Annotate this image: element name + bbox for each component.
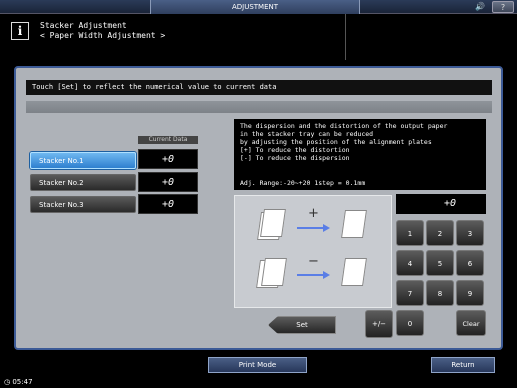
description-line: The dispersion and the distortion of the…: [240, 122, 448, 130]
paper-aligned-icon: [341, 258, 367, 286]
arrow-icon: [323, 271, 330, 279]
input-value-display: +0: [396, 194, 486, 214]
help-button[interactable]: ?: [492, 1, 514, 13]
return-button[interactable]: Return: [431, 357, 495, 373]
stacker-2-button[interactable]: Stacker No.2: [30, 174, 136, 191]
header-bar: [26, 101, 492, 113]
stacker-3-current-value: +0: [138, 194, 198, 214]
set-button[interactable]: Set: [268, 316, 336, 334]
key-2-button[interactable]: 2: [426, 220, 454, 246]
plus-symbol: +: [308, 206, 319, 221]
arrow-icon: [323, 224, 330, 232]
info-icon: i: [11, 22, 29, 40]
current-data-header: Current Data: [138, 136, 198, 144]
description-box: The dispersion and the distortion of the…: [234, 119, 486, 190]
key-6-button[interactable]: 6: [456, 250, 484, 276]
paper-distorted-icon: [260, 209, 286, 237]
key-8-button[interactable]: 8: [426, 280, 454, 306]
status-bar: ◷ 05:47: [0, 376, 517, 388]
key-7-button[interactable]: 7: [396, 280, 424, 306]
divider: [345, 14, 346, 60]
illustration-panel: + −: [234, 195, 392, 308]
instruction-message: Touch [Set] to reflect the numerical val…: [26, 80, 492, 95]
key-3-button[interactable]: 3: [456, 220, 484, 246]
stacker-1-current-value: +0: [138, 149, 198, 169]
description-line: [+] To reduce the distortion: [240, 146, 350, 154]
plus-minus-button[interactable]: +/−: [365, 310, 393, 338]
page-subtitle: < Paper Width Adjustment >: [40, 31, 166, 40]
key-0-button[interactable]: 0: [396, 310, 424, 336]
description-line: [-] To reduce the dispersion: [240, 154, 350, 162]
arrow-icon: [297, 227, 323, 229]
clock-icon: ◷: [4, 378, 11, 386]
speaker-icon[interactable]: 🔊: [471, 1, 489, 13]
page-title: Stacker Adjustment: [40, 21, 127, 30]
clear-button[interactable]: Clear: [456, 310, 486, 336]
paper-aligned-icon: [341, 210, 367, 238]
minus-symbol: −: [308, 254, 319, 269]
print-mode-button[interactable]: Print Mode: [208, 357, 307, 373]
key-5-button[interactable]: 5: [426, 250, 454, 276]
key-4-button[interactable]: 4: [396, 250, 424, 276]
description-line: in the stacker tray can be reduced: [240, 130, 374, 138]
stacker-2-current-value: +0: [138, 172, 198, 192]
key-1-button[interactable]: 1: [396, 220, 424, 246]
tab-adjustment[interactable]: ADJUSTMENT: [150, 0, 360, 14]
clock-time: 05:47: [12, 378, 33, 386]
key-9-button[interactable]: 9: [456, 280, 484, 306]
stacker-1-button[interactable]: Stacker No.1: [30, 152, 136, 169]
stacker-3-button[interactable]: Stacker No.3: [30, 196, 136, 213]
paper-dispersed-icon: [261, 258, 287, 286]
description-line: by adjusting the position of the alignme…: [240, 138, 432, 146]
arrow-icon: [297, 274, 323, 276]
adjustment-range: Adj. Range:-20~+20 1step = 0.1mm: [240, 179, 366, 187]
